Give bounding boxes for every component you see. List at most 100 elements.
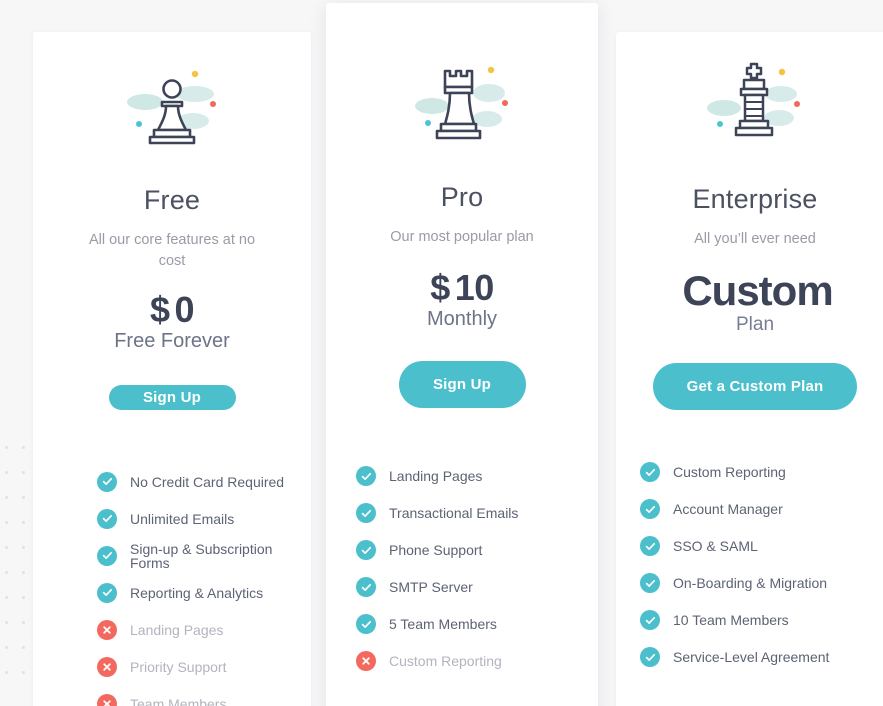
feature-item: 10 Team Members	[640, 602, 883, 639]
price-period-pro: Monthly	[426, 307, 498, 330]
close-icon	[97, 693, 117, 706]
feature-item: Transactional Emails	[356, 495, 598, 532]
feature-label: SSO & SAML	[673, 538, 758, 555]
decorative-dot	[22, 621, 25, 624]
decorative-dot	[22, 571, 25, 574]
pricing-card-enterprise: Enterprise All you’ll ever need Custom P…	[616, 32, 883, 706]
check-icon	[356, 466, 376, 487]
decorative-dot	[5, 521, 8, 524]
decorative-dot	[22, 496, 25, 499]
feature-item: SSO & SAML	[640, 528, 883, 565]
feature-item: SMTP Server	[356, 569, 598, 606]
feature-list-pro: Landing Pages Transactional Emails Phone S…	[326, 458, 598, 680]
check-icon	[640, 462, 660, 483]
check-icon	[97, 471, 117, 492]
feature-item: Custom Reporting	[640, 454, 883, 491]
check-icon	[640, 499, 660, 520]
check-icon	[356, 614, 376, 635]
get-a-custom-plan-button[interactable]: Get a Custom Plan	[653, 362, 857, 410]
decorative-dot	[5, 671, 8, 674]
plan-tagline-pro: Our most popular plan	[390, 229, 534, 245]
check-icon	[640, 536, 660, 557]
feature-label: Unlimited Emails	[130, 510, 235, 527]
feature-item: Sign-up & Subscription Forms	[97, 537, 311, 574]
feature-label: Team Members	[130, 695, 227, 706]
decorative-dot	[5, 646, 8, 649]
decorative-dot	[5, 596, 8, 599]
feature-item: Landing Pages	[97, 611, 311, 648]
sign-up-button-free[interactable]: Sign Up	[108, 384, 236, 410]
price-amount-enterprise: Custom	[682, 267, 833, 315]
plan-price-enterprise: Custom Plan	[677, 267, 833, 336]
feature-label: SMTP Server	[389, 579, 473, 596]
close-icon	[97, 656, 117, 677]
check-icon	[97, 582, 117, 603]
plan-name-free: Free	[143, 185, 201, 215]
chess-rook-icon	[407, 61, 517, 147]
check-icon	[356, 540, 376, 561]
feature-item: On-Boarding & Migration	[640, 565, 883, 602]
feature-label: Reporting & Analytics	[130, 584, 264, 601]
feature-label: Landing Pages	[130, 621, 224, 638]
feature-item: Account Manager	[640, 491, 883, 528]
pricing-card-free: Free All our core features at no cost $0…	[33, 32, 311, 706]
price-currency-free: $	[149, 289, 170, 331]
feature-list-free: No Credit Card Required Unlimited Emails S…	[33, 463, 311, 706]
close-icon	[356, 651, 376, 672]
pricing-card-pro: Pro Our most popular plan $10 Monthly Si…	[326, 3, 598, 706]
plan-price-free: $0 Free Forever	[114, 289, 230, 353]
check-icon	[640, 573, 660, 594]
price-period-enterprise: Plan	[735, 313, 775, 335]
check-icon	[97, 545, 117, 566]
dot-grid-decoration	[0, 446, 30, 706]
feature-item: No Credit Card Required	[97, 463, 311, 500]
plan-tagline-free: All our core features at no cost	[88, 232, 256, 270]
feature-label: No Credit Card Required	[130, 473, 285, 490]
feature-item: Phone Support	[356, 532, 598, 569]
check-icon	[640, 610, 660, 631]
feature-item: Landing Pages	[356, 458, 598, 495]
feature-label: Phone Support	[389, 542, 483, 559]
feature-item: Service-Level Agreement	[640, 639, 883, 676]
price-currency-pro: $	[430, 267, 450, 309]
price-amount-free: 0	[174, 289, 195, 331]
decorative-dot	[5, 621, 8, 624]
feature-label: On-Boarding & Migration	[673, 575, 828, 592]
decorative-dot	[5, 571, 8, 574]
feature-label: Transactional Emails	[389, 505, 519, 522]
chess-king-icon	[700, 60, 810, 146]
decorative-dot	[5, 446, 8, 449]
decorative-dot	[22, 671, 25, 674]
check-icon	[356, 577, 376, 598]
decorative-dot	[22, 446, 25, 449]
feature-item: Team Members	[97, 685, 311, 706]
decorative-dot	[22, 521, 25, 524]
feature-item: Priority Support	[97, 648, 311, 685]
close-icon	[97, 619, 117, 640]
decorative-dot	[22, 596, 25, 599]
feature-list-enterprise: Custom Reporting Account Manager SSO & SAM…	[616, 454, 883, 676]
feature-item: Reporting & Analytics	[97, 574, 311, 611]
plan-name-enterprise: Enterprise	[692, 184, 818, 214]
feature-item: Custom Reporting	[356, 643, 598, 680]
plan-price-pro: $10 Monthly	[426, 267, 498, 331]
check-icon	[97, 508, 117, 529]
decorative-dot	[22, 546, 25, 549]
pricing-page: Free All our core features at no cost $0…	[0, 0, 883, 706]
plan-name-pro: Pro	[440, 182, 484, 212]
feature-label: Priority Support	[130, 658, 227, 675]
decorative-dot	[22, 646, 25, 649]
feature-label: Landing Pages	[389, 468, 483, 485]
decorative-dot	[22, 471, 25, 474]
feature-label: 5 Team Members	[389, 616, 497, 633]
price-period-free: Free Forever	[114, 329, 230, 352]
decorative-dot	[5, 471, 8, 474]
feature-item: Unlimited Emails	[97, 500, 311, 537]
feature-label: Account Manager	[673, 501, 783, 518]
check-icon	[640, 647, 660, 668]
sign-up-button-pro[interactable]: Sign Up	[398, 360, 526, 408]
decorative-dot	[5, 546, 8, 549]
check-icon	[356, 503, 376, 524]
feature-label: Custom Reporting	[673, 464, 786, 481]
chess-pawn-icon	[117, 64, 227, 150]
